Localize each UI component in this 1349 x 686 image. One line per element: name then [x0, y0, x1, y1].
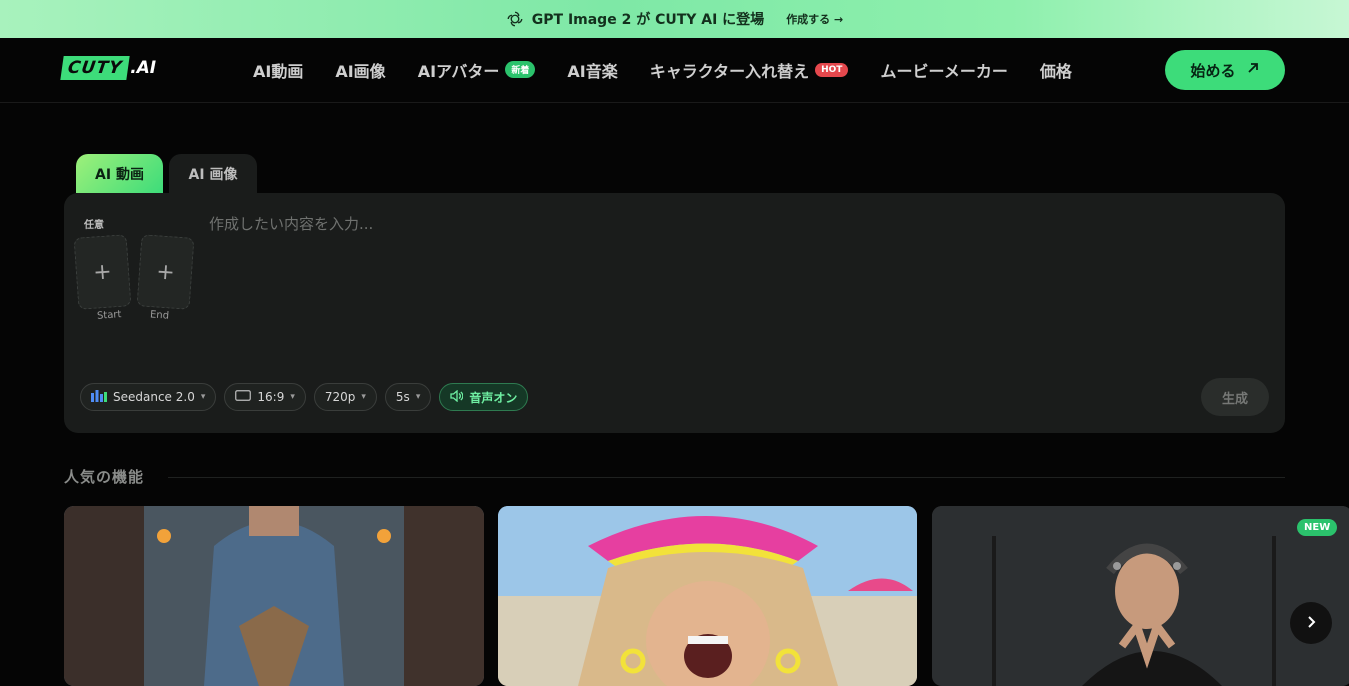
- duration-value: 5s: [395, 390, 410, 404]
- aspect-ratio-select[interactable]: 16:9 ▾: [224, 383, 306, 411]
- nav-label: AI画像: [335, 61, 386, 81]
- section-divider: [168, 477, 1285, 478]
- tab-ai-video[interactable]: AI 動画: [76, 154, 163, 193]
- speaker-icon: [450, 389, 464, 405]
- main-nav: AI動画 AI画像 AIアバター 新着 AI音楽 キャラクター入れ替え HOT …: [253, 38, 1072, 101]
- tab-ai-image[interactable]: AI 画像: [169, 154, 257, 193]
- banner-text: GPT Image 2 が CUTY AI に登場: [531, 12, 765, 28]
- nav-character-swap[interactable]: キャラクター入れ替え HOT: [650, 58, 849, 82]
- feature-card-image: [932, 506, 1349, 686]
- banner-create-link[interactable]: 作成する →: [786, 11, 843, 27]
- generate-button[interactable]: 生成: [1201, 378, 1269, 416]
- openai-logo-icon: [506, 10, 524, 28]
- nav-label: ムービーメーカー: [880, 61, 1008, 81]
- brand-logo-suffix: .AI: [130, 58, 157, 78]
- chevron-down-icon: ▾: [361, 392, 366, 402]
- nav-label: AI音楽: [567, 61, 618, 81]
- model-select[interactable]: Seedance 2.0 ▾: [80, 383, 217, 411]
- nav-ai-video[interactable]: AI動画: [253, 58, 303, 82]
- nav-ai-image[interactable]: AI画像: [335, 58, 385, 82]
- new-badge: 新着: [505, 61, 536, 78]
- brand-logo-box: CUTY: [60, 56, 130, 80]
- nav-label: AIアバター: [417, 61, 500, 81]
- nav-label: キャラクター入れ替え: [649, 61, 810, 81]
- hot-badge: HOT: [815, 62, 849, 77]
- start-frame-upload[interactable]: +: [73, 234, 132, 310]
- new-badge: NEW: [1297, 519, 1338, 536]
- audio-toggle-label: 音声オン: [469, 390, 518, 405]
- plus-icon: +: [92, 258, 113, 286]
- nav-ai-music[interactable]: AI音楽: [567, 58, 617, 82]
- model-select-value: Seedance 2.0: [113, 390, 195, 404]
- nav-ai-avatar[interactable]: AIアバター 新着: [418, 58, 536, 82]
- aspect-ratio-icon: [235, 390, 252, 404]
- carousel-next-button[interactable]: [1290, 602, 1332, 644]
- announcement-banner: GPT Image 2 が CUTY AI に登場 作成する →: [0, 0, 1349, 38]
- start-button[interactable]: 始める: [1165, 50, 1285, 90]
- nav-pricing[interactable]: 価格: [1040, 58, 1072, 82]
- resolution-select[interactable]: 720p ▾: [313, 383, 377, 411]
- site-header: CUTY .AI AI動画 AI画像 AIアバター 新着 AI音楽 キャラクター…: [0, 38, 1349, 103]
- end-frame-label: End: [149, 309, 170, 322]
- generation-controls: Seedance 2.0 ▾ 16:9 ▾ 720p ▾ 5s ▾ 音声オン: [80, 383, 529, 411]
- brand-logo[interactable]: CUTY .AI: [60, 56, 157, 80]
- aspect-ratio-value: 16:9: [257, 390, 285, 404]
- audio-toggle[interactable]: 音声オン: [439, 383, 529, 411]
- popular-features-title: 人気の機能: [64, 468, 145, 486]
- feature-card-2[interactable]: [498, 506, 917, 686]
- resolution-value: 720p: [324, 390, 356, 404]
- chevron-down-icon: ▾: [290, 392, 295, 402]
- start-button-label: 始める: [1190, 61, 1236, 80]
- arrow-up-right-icon: [1246, 61, 1260, 79]
- plus-icon: +: [155, 258, 176, 286]
- feature-card-image: [498, 506, 917, 686]
- nav-label: 価格: [1039, 61, 1072, 81]
- chevron-right-icon: [1304, 614, 1318, 633]
- bars-icon: [91, 389, 107, 405]
- feature-card-3[interactable]: [932, 506, 1349, 686]
- nav-label: AI動画: [253, 61, 304, 81]
- feature-card-1[interactable]: [64, 506, 484, 686]
- chevron-down-icon: ▾: [200, 392, 206, 402]
- chevron-down-icon: ▾: [415, 392, 421, 402]
- nav-movie-maker[interactable]: ムービーメーカー: [880, 58, 1007, 82]
- optional-label: 任意: [84, 220, 104, 231]
- end-frame-upload[interactable]: +: [136, 234, 195, 310]
- prompt-input[interactable]: [209, 213, 1259, 333]
- feature-card-image: [64, 506, 484, 686]
- composer-panel: 任意 + Start + End Seedance 2.0 ▾ 16: [64, 193, 1285, 433]
- start-frame-label: Start: [96, 309, 122, 322]
- duration-select[interactable]: 5s ▾: [384, 383, 432, 411]
